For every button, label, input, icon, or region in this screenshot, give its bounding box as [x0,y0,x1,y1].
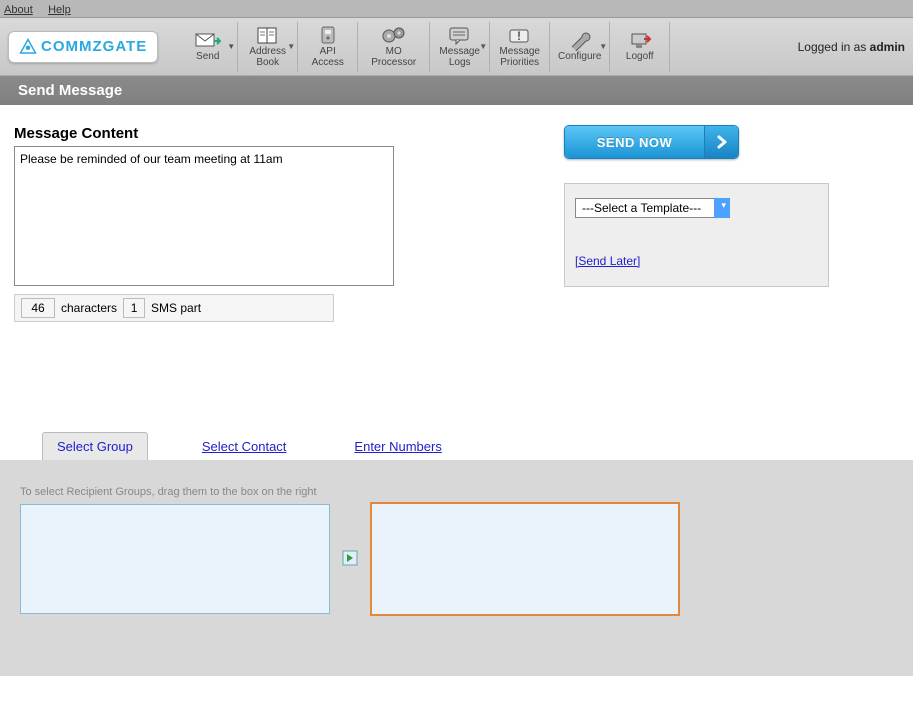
message-priorities-button[interactable]: ! MessagePriorities [490,22,550,72]
about-link[interactable]: About [4,4,33,16]
template-panel: ---Select a Template--- [Send Later] [564,183,829,287]
api-access-button[interactable]: APIAccess [298,22,358,72]
addressbook-icon [254,25,282,47]
message-textarea[interactable] [14,146,394,286]
message-logs-button[interactable]: MessageLogs ▼ [430,22,490,72]
help-link[interactable]: Help [48,4,71,16]
configure-button[interactable]: Configure ▼ [550,22,610,72]
recipient-tab-body: To select Recipient Groups, drag them to… [0,460,913,676]
priority-icon: ! [506,25,534,47]
dropdown-caret-icon: ▼ [479,42,487,51]
drag-hint-text: To select Recipient Groups, drag them to… [20,486,893,498]
toolbar-msglogs-label: MessageLogs [439,47,480,68]
selected-groups-list[interactable] [370,502,680,616]
brand-logo[interactable]: COMMZGATE [8,31,158,63]
dropdown-caret-icon: ▼ [599,42,607,51]
logoff-icon [626,30,654,52]
main-toolbar: Send ▼ AddressBook ▼ APIAccess MOProcess… [178,22,670,72]
logoff-button[interactable]: Logoff [610,22,670,72]
char-count-label: characters [61,301,117,315]
tab-enter-numbers[interactable]: Enter Numbers [340,433,455,460]
message-content-heading: Message Content [14,125,534,142]
brand-text: COMMZGATE [41,38,147,55]
template-select[interactable]: ---Select a Template--- [575,198,730,218]
available-groups-list[interactable] [20,504,330,614]
arrow-right-icon [704,126,738,158]
chat-log-icon [446,25,474,47]
send-now-label: SEND NOW [565,126,704,158]
toolbar-send-label: Send [196,52,219,63]
send-now-button[interactable]: SEND NOW [564,125,739,159]
svg-text:!: ! [517,29,521,43]
dropdown-caret-icon: ▼ [287,42,295,51]
sms-parts-label: SMS part [151,301,201,315]
logged-in-user: Logged in as admin [798,40,905,54]
tab-select-group[interactable]: Select Group [42,432,148,460]
send-later-link[interactable]: [Send Later] [575,254,640,268]
toolbar-api-label: APIAccess [312,47,344,68]
sms-parts-value: 1 [123,298,145,318]
top-menu-bar: About Help [0,0,913,18]
character-counter: 46 characters 1 SMS part [14,294,334,322]
char-count-value: 46 [21,298,55,318]
api-icon [314,25,342,47]
wrench-icon [566,30,594,52]
mo-processor-button[interactable]: MOProcessor [358,22,430,72]
dropdown-caret-icon: ▼ [227,42,235,51]
toolbar-configure-label: Configure [558,52,601,63]
toolbar-mo-label: MOProcessor [371,47,416,68]
toolbar-addressbook-label: AddressBook [249,47,286,68]
brand-icon [19,38,37,56]
toolbar-msgprio-label: MessagePriorities [499,47,540,68]
header-bar: COMMZGATE Send ▼ AddressBook ▼ APIAccess [0,18,913,76]
send-icon [194,30,222,52]
gears-icon [380,25,408,47]
toolbar-logoff-label: Logoff [626,52,654,63]
tab-select-contact[interactable]: Select Contact [188,433,301,460]
addressbook-menu-button[interactable]: AddressBook ▼ [238,22,298,72]
send-menu-button[interactable]: Send ▼ [178,22,238,72]
move-right-icon[interactable] [342,550,358,569]
recipient-tabs: Select Group Select Contact Enter Number… [0,432,913,460]
page-title: Send Message [0,76,913,105]
